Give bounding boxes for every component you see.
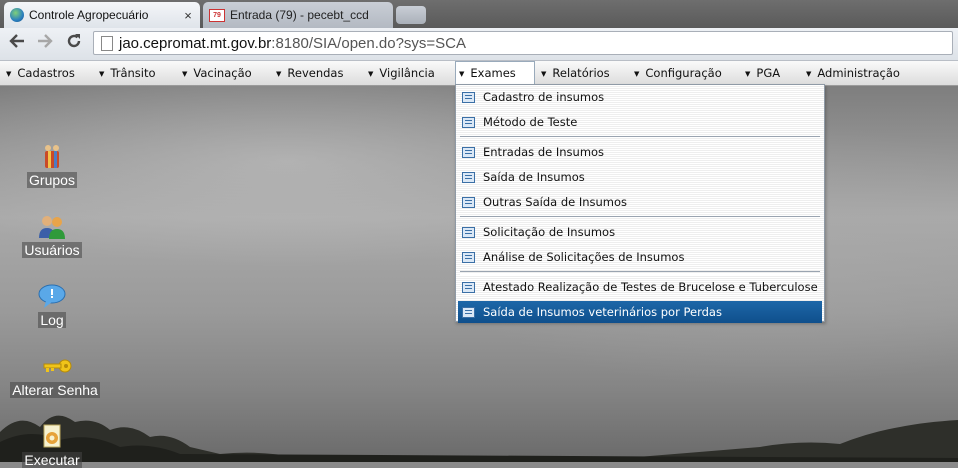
desktop-icon-alterar-senha[interactable]: Alterar Senha — [0, 352, 110, 398]
desktop-icon-label: Log — [38, 312, 66, 328]
menu-cadastros[interactable]: ▼ Cadastros — [6, 61, 75, 85]
menu-item-analise-de-solicitacoes[interactable]: Análise de Solicitações de Insumos — [458, 246, 822, 268]
forward-arrow-icon[interactable] — [33, 32, 57, 56]
menu-revendas[interactable]: ▼ Revendas — [276, 61, 343, 85]
trees-silhouette — [0, 415, 958, 462]
menu-item-metodo-de-teste[interactable]: Método de Teste — [458, 111, 822, 133]
desktop-icon-executar[interactable]: Executar — [0, 422, 107, 468]
menu-separator — [460, 271, 820, 275]
menu-item-label: Solicitação de Insumos — [483, 225, 616, 239]
menu-label: Cadastros — [17, 66, 75, 80]
form-icon — [462, 146, 475, 158]
tab-title: Entrada (79) - pecebt_ccd — [230, 8, 369, 22]
menu-relatorios[interactable]: ▼ Relatórios — [541, 61, 610, 85]
menu-label: Revendas — [287, 66, 344, 80]
form-icon — [462, 281, 475, 293]
dropdown-arrow-icon: ▼ — [541, 70, 547, 78]
app-menubar: ▼ Cadastros ▼ Trânsito ▼ Vacinação ▼ Revenda… — [0, 61, 958, 86]
browser-toolbar: jao.cepromat.mt.gov.br:8180/SIA/open.do?… — [0, 28, 958, 61]
dropdown-arrow-icon: ▼ — [634, 70, 640, 78]
menu-label: Vacinação — [193, 66, 252, 80]
dropdown-arrow-icon: ▼ — [745, 70, 751, 78]
groups-icon — [38, 142, 66, 170]
address-bar[interactable]: jao.cepromat.mt.gov.br:8180/SIA/open.do?… — [93, 31, 953, 55]
desktop-icon-label: Usuários — [22, 242, 82, 258]
close-icon[interactable]: × — [180, 8, 196, 23]
form-icon — [462, 196, 475, 208]
menu-transito[interactable]: ▼ Trânsito — [99, 61, 156, 85]
menu-item-saida-insumos-por-perdas[interactable]: Saída de Insumos veterinários por Perdas — [458, 301, 822, 323]
dropdown-arrow-icon: ▼ — [276, 70, 282, 78]
menu-label: PGA — [756, 66, 781, 80]
desktop-icon-usuarios[interactable]: Usuários — [0, 212, 107, 258]
log-icon — [38, 282, 66, 310]
menu-pga[interactable]: ▼ PGA — [745, 61, 780, 85]
menu-label: Configuração — [645, 66, 722, 80]
dropdown-arrow-icon: ▼ — [459, 70, 465, 78]
menu-label: Vigilância — [379, 66, 435, 80]
dropdown-arrow-icon: ▼ — [182, 70, 188, 78]
menu-item-entradas-de-insumos[interactable]: Entradas de Insumos — [458, 141, 822, 163]
url-path: :8180/SIA/open.do?sys=SCA — [271, 34, 467, 52]
key-icon — [41, 352, 72, 380]
menu-configuracao[interactable]: ▼ Configuração — [634, 61, 722, 85]
execute-icon — [38, 422, 66, 450]
menu-item-outras-saida-de-insumos[interactable]: Outras Saída de Insumos — [458, 191, 822, 213]
menu-item-label: Cadastro de insumos — [483, 90, 605, 104]
menu-item-cadastro-de-insumos[interactable]: Cadastro de insumos — [458, 86, 822, 108]
tab-controle-agropecuario[interactable]: Controle Agropecuário × — [4, 2, 200, 28]
menu-item-label: Saída de Insumos — [483, 170, 585, 184]
menu-vigilancia[interactable]: ▼ Vigilância — [368, 61, 435, 85]
form-icon — [462, 251, 475, 263]
menu-item-solicitacao-de-insumos[interactable]: Solicitação de Insumos — [458, 221, 822, 243]
menu-separator — [460, 136, 820, 140]
exames-dropdown-menu: Cadastro de insumos Método de Teste Entr… — [455, 84, 825, 323]
desktop-icon-grupos[interactable]: Grupos — [0, 142, 107, 188]
dropdown-arrow-icon: ▼ — [99, 70, 105, 78]
menu-exames[interactable]: ▼ Exames — [455, 61, 535, 85]
menu-administracao[interactable]: ▼ Administração — [806, 61, 900, 85]
menu-item-atestado-brucelose-tuberculose[interactable]: Atestado Realização de Testes de Brucelo… — [458, 276, 822, 298]
menu-item-label: Saída de Insumos veterinários por Perdas — [483, 305, 722, 319]
gmail-icon: 79 — [209, 8, 225, 22]
form-icon — [462, 91, 475, 103]
menu-label: Administração — [817, 66, 900, 80]
desktop-icon-log[interactable]: Log — [0, 282, 107, 328]
dropdown-arrow-icon: ▼ — [6, 70, 12, 78]
menu-separator — [460, 216, 820, 220]
url-host: jao.cepromat.mt.gov.br — [119, 34, 272, 52]
menu-item-label: Atestado Realização de Testes de Brucelo… — [483, 280, 818, 294]
back-arrow-icon[interactable] — [5, 32, 29, 56]
browser-tab-strip: Controle Agropecuário × 79 Entrada (79) … — [0, 0, 958, 28]
menu-label: Relatórios — [552, 66, 610, 80]
menu-item-saida-de-insumos[interactable]: Saída de Insumos — [458, 166, 822, 188]
menu-item-label: Entradas de Insumos — [483, 145, 605, 159]
desktop-icon-label: Executar — [22, 452, 82, 468]
form-icon — [462, 171, 475, 183]
form-icon — [462, 116, 475, 128]
users-icon — [38, 212, 66, 240]
tab-title: Controle Agropecuário — [29, 8, 149, 22]
menu-vacinacao[interactable]: ▼ Vacinação — [182, 61, 252, 85]
gmail-badge: 79 — [213, 11, 221, 19]
menu-item-label: Análise de Solicitações de Insumos — [483, 250, 685, 264]
dropdown-arrow-icon: ▼ — [368, 70, 374, 78]
page-icon — [101, 35, 113, 51]
tab-gmail-inbox[interactable]: 79 Entrada (79) - pecebt_ccd — [203, 2, 393, 28]
form-icon — [462, 226, 475, 238]
menu-item-label: Método de Teste — [483, 115, 578, 129]
dropdown-arrow-icon: ▼ — [806, 70, 812, 78]
reload-icon[interactable] — [62, 32, 86, 56]
globe-icon — [10, 8, 24, 22]
form-icon — [462, 306, 475, 318]
desktop-icon-label: Alterar Senha — [10, 382, 100, 398]
desktop-icon-label: Grupos — [27, 172, 77, 188]
menu-label: Trânsito — [110, 66, 156, 80]
menu-item-label: Outras Saída de Insumos — [483, 195, 628, 209]
new-tab-button[interactable] — [396, 6, 426, 24]
menu-label: Exames — [470, 66, 516, 80]
